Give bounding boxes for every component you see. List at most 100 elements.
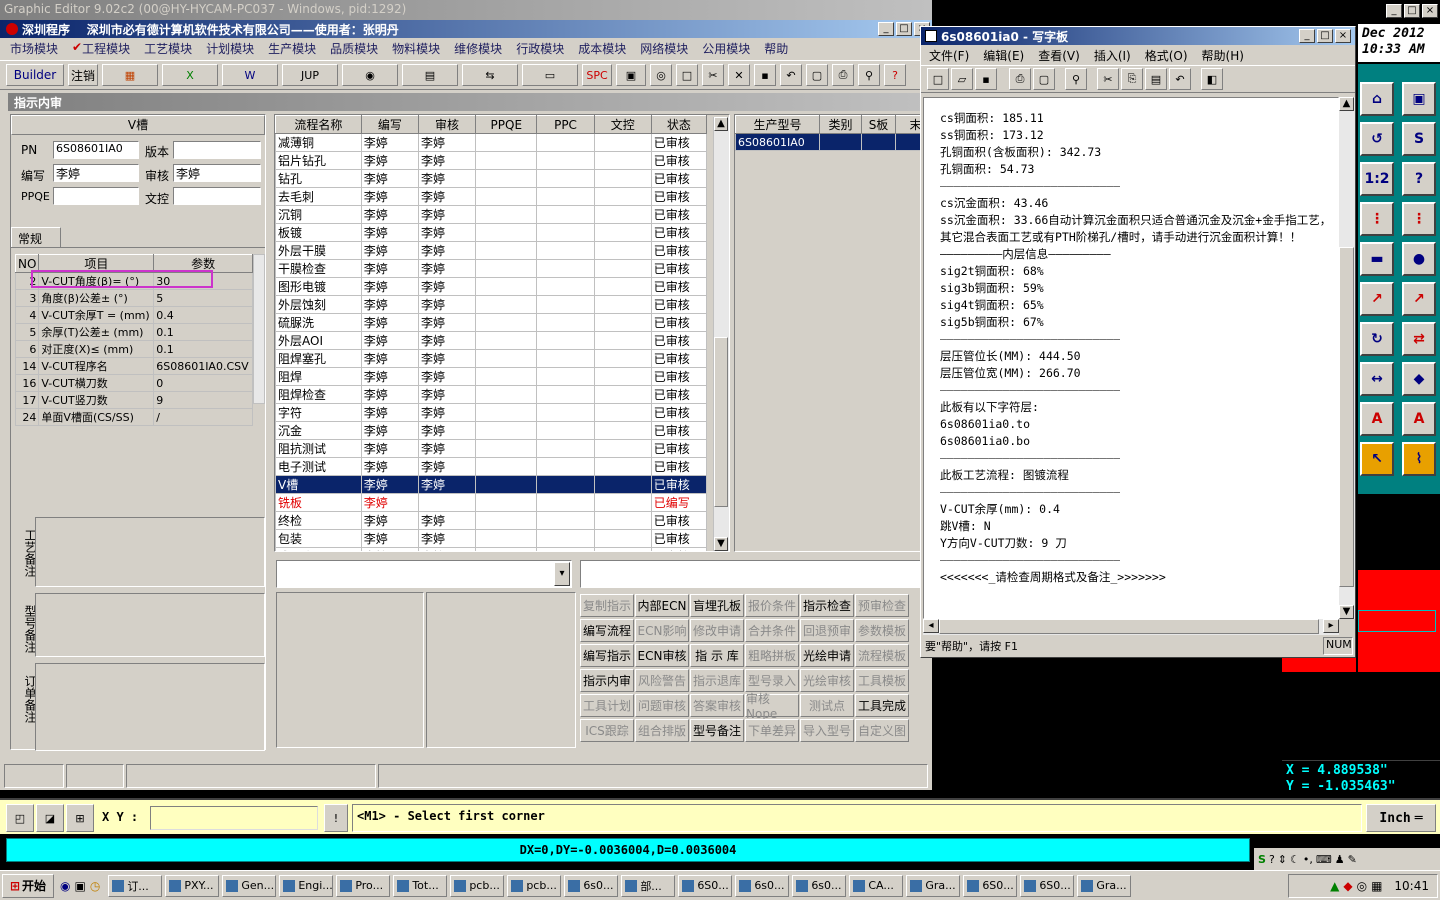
flow-row[interactable]: 沉铜 李婷 李婷 已审核 [275, 205, 708, 224]
action-button[interactable]: 测试点 [800, 694, 854, 717]
menu-item[interactable]: 计划模块 [206, 40, 254, 58]
menu-item[interactable]: 工艺模块 [144, 40, 192, 58]
action-button[interactable]: 光绘审核 [800, 669, 854, 692]
flow-row[interactable]: 外层AOI 李婷 李婷 已审核 [275, 331, 708, 350]
tab-general[interactable]: 常规 [11, 227, 61, 247]
action-button[interactable]: 指 示 库 [690, 644, 744, 667]
doc-field[interactable] [173, 187, 261, 205]
scroll-up-icon[interactable]: ▲ [1339, 97, 1354, 111]
model-row[interactable]: 6S08601IA0 [735, 133, 923, 151]
flow-row[interactable]: 铝片钻孔 李婷 李婷 已审核 [275, 151, 708, 170]
delete-icon[interactable]: ✕ [728, 64, 750, 86]
menu-item[interactable]: 成本模块 [578, 40, 626, 58]
review-field[interactable]: 李婷 [173, 164, 261, 182]
redo-icon[interactable]: S [1402, 122, 1436, 156]
taskbar-item[interactable]: 6s0... [735, 874, 790, 897]
minimize-icon[interactable]: _ [878, 22, 894, 36]
flow-row[interactable]: 成品仓李婷李婷已审核 [275, 547, 708, 551]
text-alt-icon[interactable]: A [1402, 402, 1436, 436]
action-button[interactable]: ECN影响 [635, 619, 689, 642]
menu-item[interactable]: 公用模块 [702, 40, 750, 58]
action-button[interactable]: 参数模板 [855, 619, 909, 642]
xy-input[interactable] [150, 806, 318, 830]
close-icon[interactable]: × [1422, 4, 1438, 18]
action-button[interactable]: 型号录入 [745, 669, 799, 692]
action-button[interactable]: 风险警告 [635, 669, 689, 692]
action-button[interactable]: 自定义图 [855, 719, 909, 742]
taskbar-item[interactable]: pcb... [507, 874, 562, 897]
action-button[interactable]: 问题审核 [635, 694, 689, 717]
menu-item[interactable]: 品质模块 [330, 40, 378, 58]
keyboard-icon[interactable]: ⌨ [1316, 853, 1332, 866]
unit-selector[interactable]: Inch ═ [1366, 804, 1436, 832]
jup-button[interactable]: JUP [282, 64, 338, 86]
input-toggle-icon[interactable]: ! [324, 804, 348, 832]
ppqe-field[interactable] [53, 187, 139, 205]
menu-item[interactable]: 生产模块 [268, 40, 316, 58]
scroll-up-icon[interactable]: ▲ [714, 117, 728, 131]
param-row[interactable]: 16 V-CUT横刀数 0 [14, 374, 253, 392]
process-remark-field[interactable] [35, 517, 265, 587]
help-icon[interactable]: ? [1269, 853, 1275, 866]
taskbar-item[interactable]: Gen... [222, 874, 277, 897]
moon-icon[interactable]: ☾ [1290, 853, 1300, 866]
tray-icon[interactable]: ▲ [1330, 879, 1339, 893]
spc-button[interactable]: SPC [582, 64, 612, 86]
taskbar-item[interactable]: 部... [621, 874, 676, 897]
action-button[interactable]: 回退预审 [800, 619, 854, 642]
maximize-icon[interactable]: □ [1404, 4, 1420, 18]
model-column-header[interactable]: 类别 [819, 115, 862, 134]
find-icon[interactable]: ⚲ [1065, 68, 1087, 90]
help-icon[interactable]: ? [884, 64, 906, 86]
action-button[interactable]: 内部ECN [635, 594, 689, 617]
wordpad-menu-item[interactable]: 格式(O) [1145, 47, 1188, 63]
cut-icon[interactable]: ✂ [702, 64, 724, 86]
flow-row[interactable]: 电子测试 李婷 李婷 已审核 [275, 457, 708, 476]
action-button[interactable]: 型号备注 [690, 719, 744, 742]
action-button[interactable]: 导入型号 [800, 719, 854, 742]
action-button[interactable]: 光绘申请 [800, 644, 854, 667]
flow-row[interactable]: 阻焊检查 李婷 李婷 已审核 [275, 385, 708, 404]
taskbar-item[interactable]: 6S0... [963, 874, 1018, 897]
action-button[interactable]: 盲埋孔板 [690, 594, 744, 617]
help-icon[interactable]: ? [1402, 162, 1436, 196]
close-icon[interactable]: × [1335, 29, 1351, 43]
zoom-box-icon[interactable]: ◰ [6, 804, 34, 832]
flow-row[interactable]: 减薄铜 李婷 李婷 已审核 [275, 133, 708, 152]
action-button[interactable]: 预审检查 [855, 594, 909, 617]
wordpad-document[interactable]: cs铜面积: 185.11 ss铜面积: 173.12 孔铜面积(含板面积): 34… [923, 97, 1339, 619]
flow-column-header[interactable]: 编写 [360, 115, 419, 134]
action-button[interactable]: 答案审核 [690, 694, 744, 717]
model-remark-field[interactable] [35, 593, 265, 657]
wordpad-menu-item[interactable]: 帮助(H) [1202, 47, 1244, 63]
clock-app-icon[interactable]: ◷ [90, 879, 100, 893]
word-icon[interactable]: W [222, 64, 278, 86]
taskbar-item[interactable]: CA... [849, 874, 904, 897]
model-combo[interactable] [580, 560, 926, 588]
action-button[interactable]: ECN审核 [635, 644, 689, 667]
undo-icon[interactable]: ↺ [1360, 122, 1394, 156]
start-button[interactable]: ⊞ 开始 [2, 873, 54, 898]
flow-row[interactable]: V槽 李婷 李婷 已审核 [275, 475, 708, 494]
line-icon[interactable]: ↗ [1360, 282, 1394, 316]
flow-column-header[interactable]: 审核 [417, 115, 477, 134]
flow-row[interactable]: 钻孔 李婷 李婷 已审核 [275, 169, 708, 188]
menu-item[interactable]: 帮助 [764, 40, 788, 58]
maximize-icon[interactable]: □ [1317, 29, 1333, 43]
flow-row[interactable]: 铣板 李婷 已编写 [275, 493, 708, 512]
action-button[interactable]: 编写流程 [580, 619, 634, 642]
computer-icon[interactable]: ▭ [522, 64, 578, 86]
model-column-header[interactable]: S板 [861, 115, 896, 134]
tray-icon[interactable]: ◎ [1357, 879, 1367, 893]
new-icon[interactable]: □ [927, 68, 949, 90]
flow-row[interactable]: 阻抗测试 李婷 李婷 已审核 [275, 439, 708, 458]
ruler-icon[interactable]: ▬ [1360, 242, 1394, 276]
flow-row[interactable]: 阻焊 李婷 李婷 已审核 [275, 367, 708, 386]
wordpad-menu-item[interactable]: 编辑(E) [983, 47, 1024, 63]
minimize-icon[interactable]: _ [1299, 29, 1315, 43]
route-icon[interactable]: ⌇ [1402, 442, 1436, 476]
flow-row[interactable]: 去毛刺 李婷 李婷 已审核 [275, 187, 708, 206]
maximize-icon[interactable]: □ [896, 22, 912, 36]
flow-row[interactable]: 外层干膜 李婷 李婷 已审核 [275, 241, 708, 260]
print-icon[interactable]: ⎙ [832, 64, 854, 86]
